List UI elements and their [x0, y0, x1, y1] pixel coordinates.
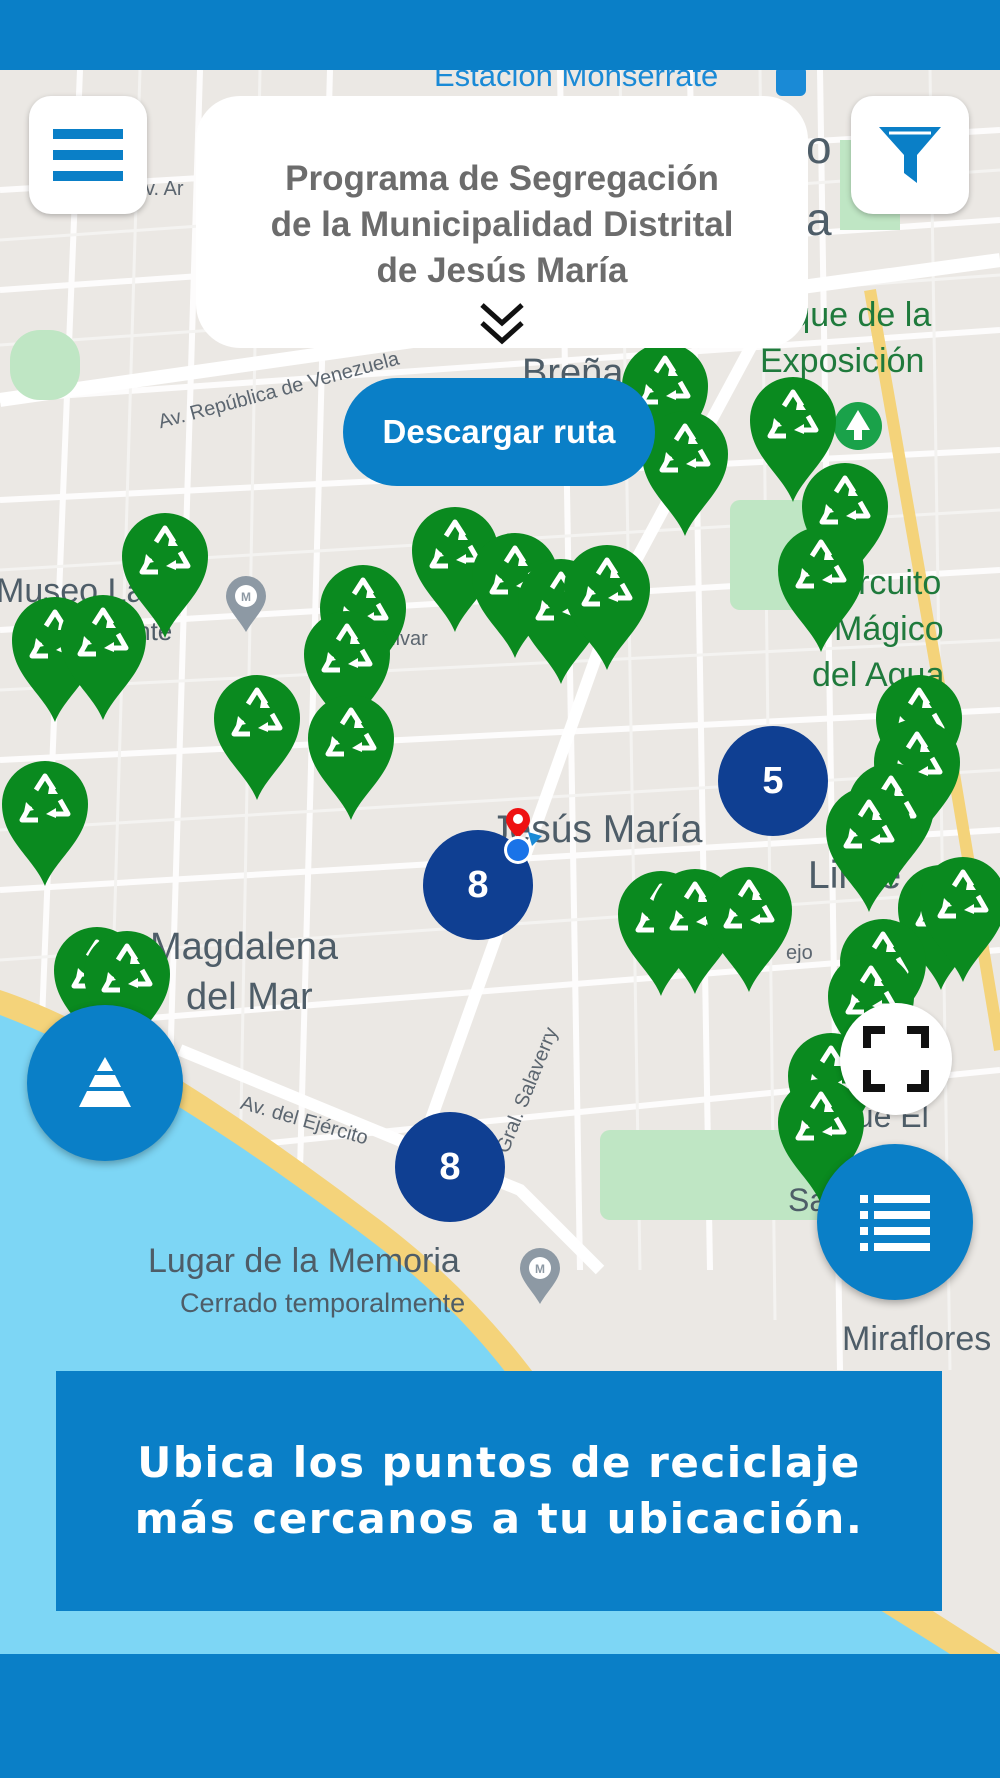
map-label-miraflores: Miraflores — [842, 1320, 992, 1358]
hamburger-menu-icon — [53, 129, 123, 181]
map-label-estacion: Estación Monserrate — [434, 70, 719, 93]
program-title: Programa de Segregación de la Municipali… — [196, 156, 808, 294]
station-icon — [776, 70, 806, 96]
download-route-button[interactable]: Descargar ruta — [343, 378, 655, 486]
recycling-pin-icon[interactable] — [776, 526, 866, 654]
svg-text:M: M — [241, 590, 251, 604]
info-banner: Ubica los puntos de reciclaje más cercan… — [56, 1371, 942, 1611]
menu-button[interactable] — [29, 96, 147, 214]
filter-button[interactable] — [851, 96, 969, 214]
recycling-pin-icon[interactable] — [58, 594, 148, 722]
layers-button[interactable] — [27, 1005, 183, 1161]
museum-marker-icon[interactable]: M — [518, 1246, 562, 1306]
program-title-card[interactable]: Programa de Segregación de la Municipali… — [196, 96, 808, 348]
cluster-marker[interactable]: 5 — [718, 726, 828, 836]
museum-marker-icon[interactable]: M — [224, 574, 268, 634]
fullscreen-icon — [863, 1026, 929, 1092]
bottom-bar — [0, 1654, 1000, 1778]
list-icon — [860, 1195, 930, 1251]
program-title-line-1: Programa de Segregación — [285, 159, 719, 198]
recycling-pin-icon[interactable] — [306, 694, 396, 822]
fullscreen-button[interactable] — [840, 1003, 952, 1115]
layers-pyramid-icon — [79, 1057, 131, 1107]
double-chevron-down-icon[interactable] — [479, 302, 525, 346]
filter-funnel-icon — [879, 127, 941, 183]
map-label-a: a — [806, 193, 832, 245]
map-label-o: o — [806, 121, 832, 173]
svg-text:M: M — [535, 1262, 545, 1276]
cluster-marker[interactable]: 8 — [395, 1112, 505, 1222]
user-location-icon — [504, 808, 542, 864]
program-title-line-2: de la Municipalidad Distrital — [270, 205, 734, 244]
map-label-magdalena-2: del Mar — [186, 976, 313, 1018]
recycling-pin-icon[interactable] — [562, 544, 652, 672]
park-tree-icon — [834, 402, 882, 450]
list-button[interactable] — [817, 1144, 973, 1300]
banner-line-1: Ubica los puntos de reciclaje — [137, 1438, 861, 1487]
recycling-pin-icon[interactable] — [704, 866, 794, 994]
map-label-cerrado: Cerrado temporalmente — [180, 1288, 466, 1318]
recycling-pin-icon[interactable] — [918, 856, 1000, 984]
program-title-line-3: de Jesús María — [376, 251, 628, 290]
banner-line-2: más cercanos a tu ubicación. — [134, 1494, 864, 1543]
map-label-magdalena-1: Magdalena — [150, 926, 339, 968]
map-label-lugar-memoria: Lugar de la Memoria — [148, 1242, 460, 1280]
recycling-pin-icon[interactable] — [0, 760, 90, 888]
recycling-pin-icon[interactable] — [212, 674, 302, 802]
top-bar — [0, 0, 1000, 70]
